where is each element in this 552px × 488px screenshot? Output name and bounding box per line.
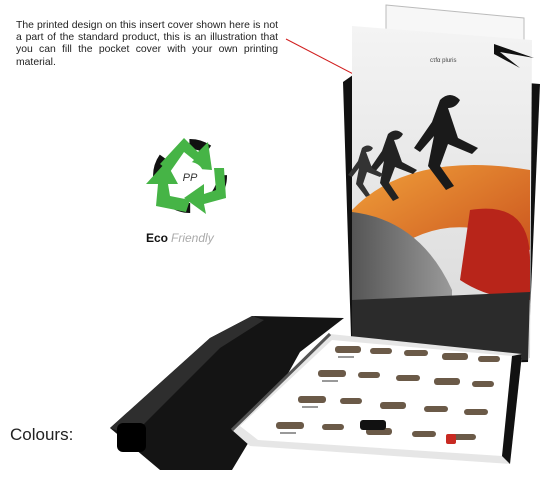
colour-swatch-black[interactable] [117,423,146,452]
colours-label: Colours: [10,425,74,444]
catalog-product-grid [276,346,500,444]
